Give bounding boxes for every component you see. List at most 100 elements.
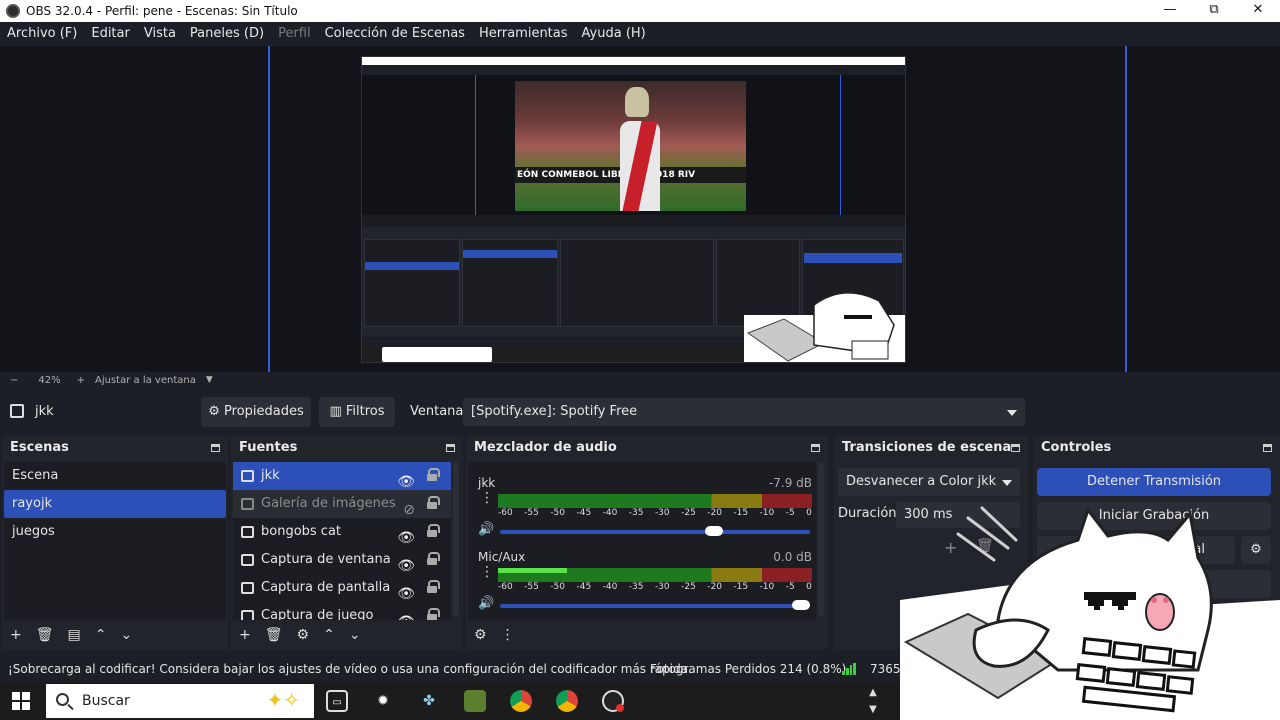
window-select[interactable]: [Spotify.exe]: Spotify Free (463, 398, 1025, 426)
mixer-menu-icon[interactable]: ⋮ (501, 627, 515, 643)
lock-icon[interactable] (427, 496, 440, 509)
advanced-audio-icon[interactable]: ⚙ (474, 627, 487, 643)
lock-icon[interactable] (427, 608, 440, 620)
add-icon[interactable]: + (239, 627, 251, 643)
source-item[interactable]: Galería de imágenes ⊘ (233, 490, 451, 518)
zoom-in-button[interactable]: + (77, 375, 85, 386)
zoom-out-button[interactable]: − (10, 375, 18, 386)
connection-signal-icon (842, 663, 856, 675)
menu-view[interactable]: Vista (137, 22, 183, 46)
app-icon-spider[interactable]: ✹ (372, 690, 394, 712)
task-view-icon[interactable]: ▭ (326, 690, 348, 712)
menu-file[interactable]: Archivo (F) (0, 22, 84, 46)
volume-slider[interactable] (500, 604, 810, 608)
source-item[interactable]: Captura de ventana 👁 (233, 546, 451, 574)
undock-icon[interactable] (211, 444, 220, 452)
scenes-title: Escenas (2, 436, 228, 460)
arrow-down-icon[interactable]: ⌄ (349, 627, 361, 643)
lock-icon[interactable] (427, 552, 440, 565)
menu-tools[interactable]: Herramientas (472, 22, 575, 46)
mixer-scrollbar[interactable] (818, 462, 824, 616)
chrome-icon[interactable] (510, 690, 532, 712)
menu-scene-collection[interactable]: Colección de Escenas (318, 22, 472, 46)
windows-start-icon[interactable] (12, 692, 30, 710)
app-icon-glyph[interactable]: ✤ (418, 690, 440, 712)
volume-slider[interactable] (500, 530, 810, 534)
window-controls: — ⧉ ✕ (1148, 0, 1280, 22)
undock-icon[interactable] (811, 444, 820, 452)
taskbar-search[interactable]: Buscar ✦✧ (46, 684, 314, 718)
scale-tick: -35 (628, 582, 644, 592)
sources-title: Fuentes (231, 436, 463, 460)
source-item[interactable]: bongobs cat 👁 (233, 518, 451, 546)
channel-name: jkk (478, 476, 496, 490)
trophy-shape (625, 87, 649, 117)
recording-dot-icon (616, 704, 624, 712)
lock-icon[interactable] (427, 580, 440, 593)
volume-slider-handle[interactable] (705, 526, 723, 536)
properties-button[interactable]: ⚙ Propiedades (201, 397, 311, 427)
chevron-down-icon[interactable]: ▼ (206, 375, 213, 385)
preview-left-bound (268, 46, 270, 372)
scale-tick: -40 (602, 508, 618, 518)
sources-scrollbar[interactable] (453, 462, 459, 616)
channel-menu-icon[interactable]: ⋮ (480, 491, 494, 505)
trash-icon[interactable]: 🗑 (265, 627, 283, 643)
scenes-dock: Escenas Escena rayojk juegos + 🗑 ▤ ⌃ ⌄ (2, 436, 228, 650)
filters-button[interactable]: ▥ Filtros (319, 397, 395, 427)
undock-icon[interactable] (1011, 444, 1020, 452)
source-item[interactable]: Captura de pantalla 👁 (233, 574, 451, 602)
undock-icon[interactable] (446, 444, 455, 452)
mixer-channel: Mic/Aux 0.0 dB ⋮ -60 -55 -50 -45 -40 -35 -30 -2… (476, 550, 812, 620)
lock-icon[interactable] (427, 468, 440, 481)
controls-title: Controles (1033, 436, 1280, 460)
undock-icon[interactable] (1263, 444, 1272, 452)
arrow-up-icon[interactable]: ⌃ (95, 627, 107, 643)
scale-tick: -60 (498, 582, 513, 592)
scale-tick: -55 (524, 508, 539, 518)
close-button[interactable]: ✕ (1236, 0, 1280, 22)
menu-docks[interactable]: Paneles (D) (183, 22, 271, 46)
transition-select[interactable]: Desvanecer a Color jkk (838, 468, 1020, 496)
maximize-button[interactable]: ⧉ (1192, 0, 1236, 22)
filters-label: Filtros (345, 404, 385, 419)
scale-tick: -20 (707, 582, 722, 592)
scene-filter-icon[interactable]: ▤ (68, 627, 81, 643)
volume-slider-handle[interactable] (792, 600, 810, 610)
obs-window: OBS 32.0.4 - Perfil: pene - Escenas: Sin… (0, 0, 1280, 720)
speaker-icon[interactable]: 🔊 (478, 596, 494, 611)
arrow-up-icon[interactable]: ⌃ (323, 627, 335, 643)
arrow-down-icon[interactable]: ⌄ (120, 627, 132, 643)
channel-menu-icon[interactable]: ⋮ (480, 565, 494, 579)
stop-streaming-button[interactable]: Detener Transmisión (1037, 468, 1271, 496)
source-item[interactable]: jkk 👁 (233, 462, 451, 490)
menu-edit[interactable]: Editar (84, 22, 137, 46)
menu-help[interactable]: Ayuda (H) (575, 22, 653, 46)
scene-item[interactable]: juegos (4, 518, 226, 546)
channel-name: Mic/Aux (478, 550, 526, 564)
trash-icon[interactable]: 🗑 (36, 627, 54, 643)
scale-tick: -10 (759, 508, 775, 518)
scene-item[interactable]: rayojk (4, 490, 226, 518)
source-item[interactable]: Captura de juego 👁 (233, 602, 451, 620)
tray-scroll[interactable]: ▲ ▼ (866, 684, 880, 718)
add-icon[interactable]: + (10, 627, 22, 643)
gear-icon[interactable]: ⚙ (297, 627, 310, 643)
preview-area[interactable]: EÓN CONMEBOL LIBER ES 2018 RIV (0, 46, 1280, 372)
duration-label: Duración (838, 506, 897, 521)
eye-icon[interactable]: 👁 (397, 608, 415, 620)
scene-item[interactable]: Escena (4, 462, 226, 490)
fit-window-label[interactable]: Ajustar a la ventana (95, 375, 196, 386)
speaker-icon[interactable]: 🔊 (478, 522, 494, 537)
chrome-icon[interactable] (556, 690, 578, 712)
zoom-value: 42% (38, 374, 61, 386)
lock-icon[interactable] (427, 524, 440, 537)
preview-right-bound (1125, 46, 1127, 372)
transitions-title: Transiciones de escena (834, 436, 1028, 460)
scale-tick: -20 (707, 508, 722, 518)
minecraft-icon[interactable] (464, 690, 486, 712)
minimize-button[interactable]: — (1148, 0, 1192, 22)
scale-tick: -35 (628, 508, 644, 518)
scene-list: Escena rayojk juegos (4, 462, 226, 620)
menu-profile[interactable]: Perfil (271, 22, 318, 46)
